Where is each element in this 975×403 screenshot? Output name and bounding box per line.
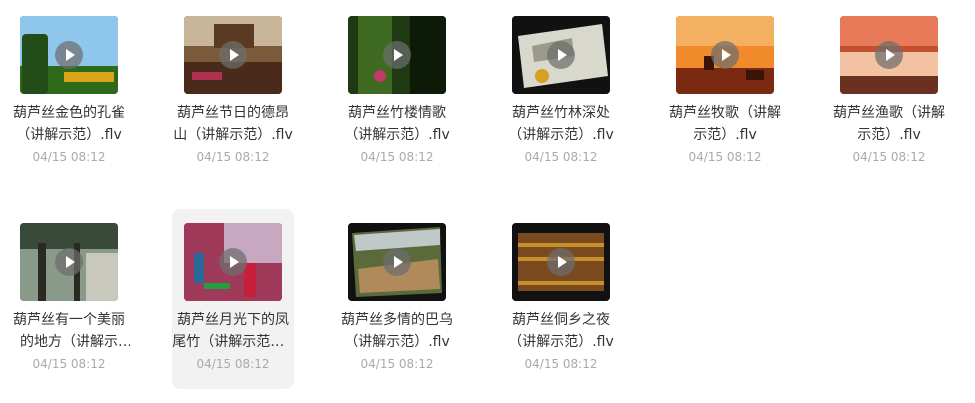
video-thumbnail[interactable] [184, 223, 282, 301]
thumb-canopy [20, 223, 118, 249]
thumb-shore [840, 76, 938, 94]
play-icon[interactable] [547, 41, 575, 69]
video-thumbnail[interactable] [840, 16, 938, 94]
thumb-dancer [244, 263, 256, 297]
thumb-cattle [746, 70, 764, 80]
play-icon[interactable] [55, 41, 83, 69]
file-tile[interactable]: 葫芦丝竹楼情歌（讲解示范）.flv 04/15 08:12 [336, 2, 458, 182]
play-icon[interactable] [55, 248, 83, 276]
file-date: 04/15 08:12 [196, 150, 270, 164]
play-icon[interactable] [383, 41, 411, 69]
file-date: 04/15 08:12 [524, 150, 598, 164]
video-thumbnail[interactable] [512, 223, 610, 301]
file-name[interactable]: 葫芦丝多情的巴乌（讲解示范）.flv [336, 309, 458, 353]
video-thumbnail[interactable] [676, 16, 774, 94]
file-tile[interactable]: 葫芦丝多情的巴乌（讲解示范）.flv 04/15 08:12 [336, 209, 458, 389]
thumb-shadow [410, 16, 446, 94]
file-date: 04/15 08:12 [196, 357, 270, 371]
file-date: 04/15 08:12 [524, 357, 598, 371]
play-icon[interactable] [711, 41, 739, 69]
video-thumbnail[interactable] [348, 16, 446, 94]
file-date: 04/15 08:12 [32, 150, 106, 164]
file-date: 04/15 08:12 [688, 150, 762, 164]
file-name[interactable]: 葫芦丝节日的德昂山（讲解示范）.flv [172, 102, 294, 146]
play-icon[interactable] [875, 41, 903, 69]
play-icon[interactable] [219, 41, 247, 69]
video-thumbnail[interactable] [512, 16, 610, 94]
file-name[interactable]: 葫芦丝有一个美丽的地方（讲解示范）.flv [8, 309, 130, 353]
file-tile[interactable]: 葫芦丝竹林深处（讲解示范）.flv 04/15 08:12 [500, 2, 622, 182]
file-name[interactable]: 葫芦丝金色的孔雀（讲解示范）.flv [8, 102, 130, 146]
file-grid: 葫芦丝金色的孔雀（讲解示范）.flv 04/15 08:12 葫芦丝节日的德昂山… [0, 0, 975, 403]
video-thumbnail[interactable] [348, 223, 446, 301]
file-date: 04/15 08:12 [360, 357, 434, 371]
file-name[interactable]: 葫芦丝牧歌（讲解示范）.flv [664, 102, 786, 146]
file-name[interactable]: 葫芦丝侗乡之夜（讲解示范）.flv [500, 309, 622, 353]
file-date: 04/15 08:12 [32, 357, 106, 371]
thumb-banner [204, 283, 230, 289]
play-icon[interactable] [547, 248, 575, 276]
file-tile[interactable]: 葫芦丝有一个美丽的地方（讲解示范）.flv 04/15 08:12 [8, 209, 130, 389]
file-tile[interactable]: 葫芦丝侗乡之夜（讲解示范）.flv 04/15 08:12 [500, 209, 622, 389]
file-tile[interactable]: 葫芦丝金色的孔雀（讲解示范）.flv 04/15 08:12 [8, 2, 130, 182]
thumb-terrace-line [518, 243, 604, 247]
play-icon[interactable] [383, 248, 411, 276]
file-date: 04/15 08:12 [360, 150, 434, 164]
file-tile[interactable]: 葫芦丝牧歌（讲解示范）.flv 04/15 08:12 [664, 2, 786, 182]
thumb-dancer [194, 253, 204, 283]
file-name[interactable]: 葫芦丝竹楼情歌（讲解示范）.flv [336, 102, 458, 146]
thumb-leaf [535, 69, 549, 83]
file-tile[interactable]: 葫芦丝月光下的凤尾竹（讲解示范）.flv 04/15 08:12 [172, 209, 294, 389]
video-thumbnail[interactable] [20, 16, 118, 94]
video-thumbnail[interactable] [20, 223, 118, 301]
file-tile[interactable]: 葫芦丝节日的德昂山（讲解示范）.flv 04/15 08:12 [172, 2, 294, 182]
thumb-costume [192, 72, 222, 80]
file-tile[interactable]: 葫芦丝渔歌（讲解示范）.flv 04/15 08:12 [828, 2, 950, 182]
file-name[interactable]: 葫芦丝渔歌（讲解示范）.flv [828, 102, 950, 146]
thumb-light [86, 253, 118, 301]
file-name[interactable]: 葫芦丝月光下的凤尾竹（讲解示范）.flv [172, 309, 294, 353]
video-thumbnail[interactable] [184, 16, 282, 94]
file-date: 04/15 08:12 [852, 150, 926, 164]
thumb-pavilion [64, 72, 114, 82]
file-name[interactable]: 葫芦丝竹林深处（讲解示范）.flv [500, 102, 622, 146]
play-icon[interactable] [219, 248, 247, 276]
thumb-trunk [38, 243, 46, 301]
thumb-terrace-line [518, 281, 604, 285]
thumb-flower [374, 70, 386, 82]
thumb-tree [22, 34, 48, 94]
